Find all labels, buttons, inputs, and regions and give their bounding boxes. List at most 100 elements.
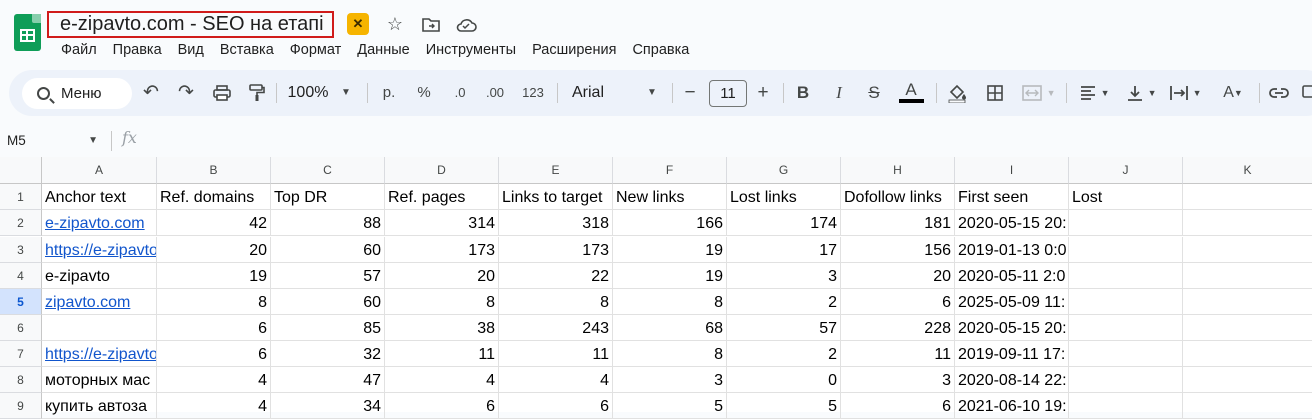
lost-cell[interactable] [1069, 263, 1183, 289]
number-cell[interactable]: 8 [613, 289, 727, 315]
name-box[interactable]: M5 ▼ [7, 131, 102, 151]
font-family-select[interactable]: Arial [572, 70, 612, 116]
header-cell[interactable]: Lost links [727, 184, 841, 210]
increase-decimal-button[interactable]: .00 [483, 70, 507, 116]
borders-icon[interactable] [984, 70, 1006, 116]
first-seen-cell[interactable]: 2021-06-10 19: [955, 393, 1069, 419]
number-cell[interactable]: 34 [271, 393, 385, 419]
first-seen-cell[interactable]: 2025-05-09 11: [955, 289, 1069, 315]
number-cell[interactable]: 174 [727, 210, 841, 236]
lost-cell[interactable] [1069, 393, 1183, 419]
column-header-f[interactable]: F [613, 157, 727, 184]
number-cell[interactable]: 11 [385, 341, 499, 367]
number-cell[interactable]: 19 [157, 263, 271, 289]
column-header-g[interactable]: G [727, 157, 841, 184]
insert-link-icon[interactable] [1268, 70, 1290, 116]
chevron-down-icon[interactable]: ▼ [339, 70, 353, 116]
column-header-b[interactable]: B [157, 157, 271, 184]
lost-cell[interactable] [1069, 237, 1183, 263]
number-cell[interactable]: 156 [841, 237, 955, 263]
number-cell[interactable]: 57 [727, 315, 841, 341]
anchor-cell[interactable]: моторных мас [42, 367, 157, 393]
number-cell[interactable]: 22 [499, 263, 613, 289]
zoom-select[interactable]: 100% [285, 70, 331, 116]
decrease-decimal-button[interactable]: .0 [449, 70, 471, 116]
lost-cell[interactable] [1069, 315, 1183, 341]
number-cell[interactable]: 19 [613, 263, 727, 289]
row-header-9[interactable]: 9 [0, 393, 42, 419]
anchor-cell[interactable]: e-zipavto.com [42, 210, 157, 236]
number-cell[interactable]: 6 [385, 393, 499, 419]
first-seen-cell[interactable]: 2020-05-11 2:0 [955, 263, 1069, 289]
header-cell[interactable]: Ref. domains [157, 184, 271, 210]
empty-cell[interactable] [1183, 341, 1312, 367]
italic-button[interactable]: I [830, 70, 848, 116]
number-cell[interactable]: 19 [613, 237, 727, 263]
move-folder-icon[interactable] [420, 13, 442, 35]
number-cell[interactable]: 11 [841, 341, 955, 367]
anchor-cell[interactable]: https://e-zipavto [42, 341, 157, 367]
number-cell[interactable]: 8 [613, 341, 727, 367]
empty-cell[interactable] [1183, 367, 1312, 393]
column-header-i[interactable]: I [955, 157, 1069, 184]
currency-format-button[interactable]: р. [380, 70, 398, 116]
empty-cell[interactable] [1183, 210, 1312, 236]
lost-cell[interactable] [1069, 341, 1183, 367]
number-cell[interactable]: 32 [271, 341, 385, 367]
number-format-button[interactable]: 123 [520, 70, 546, 116]
number-cell[interactable]: 11 [499, 341, 613, 367]
number-cell[interactable]: 314 [385, 210, 499, 236]
decrease-font-size-icon[interactable]: − [681, 70, 699, 116]
undo-icon[interactable]: ↶ [140, 70, 162, 116]
number-cell[interactable]: 60 [271, 237, 385, 263]
number-cell[interactable]: 20 [841, 263, 955, 289]
fill-color-icon[interactable] [946, 70, 968, 116]
percent-format-button[interactable]: % [415, 70, 433, 116]
number-cell[interactable]: 173 [499, 237, 613, 263]
lost-cell[interactable] [1069, 210, 1183, 236]
paint-format-icon[interactable] [246, 70, 268, 116]
first-seen-cell[interactable]: 2020-05-15 20: [955, 315, 1069, 341]
column-header-k[interactable]: K [1183, 157, 1312, 184]
empty-cell[interactable] [1183, 315, 1312, 341]
menu-insert[interactable]: Вставка [212, 40, 282, 60]
number-cell[interactable]: 20 [157, 237, 271, 263]
header-cell[interactable]: First seen [955, 184, 1069, 210]
anchor-cell[interactable]: купить автоза [42, 393, 157, 419]
menu-view[interactable]: Вид [170, 40, 212, 60]
strikethrough-button[interactable]: S [865, 70, 883, 116]
number-cell[interactable]: 42 [157, 210, 271, 236]
number-cell[interactable]: 4 [157, 393, 271, 419]
column-header-j[interactable]: J [1069, 157, 1183, 184]
first-seen-cell[interactable]: 2020-08-14 22: [955, 367, 1069, 393]
number-cell[interactable]: 6 [157, 341, 271, 367]
column-header-a[interactable]: A [42, 157, 157, 184]
number-cell[interactable]: 3 [613, 367, 727, 393]
menu-tools[interactable]: Инструменты [418, 40, 524, 60]
header-cell[interactable]: Anchor text [42, 184, 157, 210]
chevron-down-icon[interactable]: ▼ [88, 131, 98, 151]
number-cell[interactable]: 8 [157, 289, 271, 315]
menu-format[interactable]: Формат [282, 40, 350, 60]
menu-file[interactable]: Файл [53, 40, 105, 60]
lost-cell[interactable] [1069, 289, 1183, 315]
number-cell[interactable]: 57 [271, 263, 385, 289]
print-icon[interactable] [211, 70, 233, 116]
text-wrap-icon[interactable]: ▼ [1168, 70, 1204, 116]
anchor-cell[interactable] [42, 315, 157, 341]
horizontal-align-icon[interactable]: ▼ [1077, 70, 1113, 116]
number-cell[interactable]: 6 [157, 315, 271, 341]
text-rotation-icon[interactable]: A▼ [1215, 70, 1251, 116]
empty-cell[interactable] [1183, 263, 1312, 289]
menu-help[interactable]: Справка [624, 40, 697, 60]
spreadsheet-grid[interactable]: A B C D E F G H I J K 1 2 3 4 5 6 7 8 9 Anchor text Ref. doma… [0, 157, 1312, 419]
number-cell[interactable]: 4 [499, 367, 613, 393]
menu-edit[interactable]: Правка [105, 40, 170, 60]
select-all-corner[interactable] [0, 157, 42, 184]
first-seen-cell[interactable]: 2020-05-15 20: [955, 210, 1069, 236]
header-cell[interactable]: Top DR [271, 184, 385, 210]
first-seen-cell[interactable]: 2019-09-11 17: [955, 341, 1069, 367]
number-cell[interactable]: 38 [385, 315, 499, 341]
text-color-button[interactable]: A [902, 70, 920, 116]
number-cell[interactable]: 8 [499, 289, 613, 315]
